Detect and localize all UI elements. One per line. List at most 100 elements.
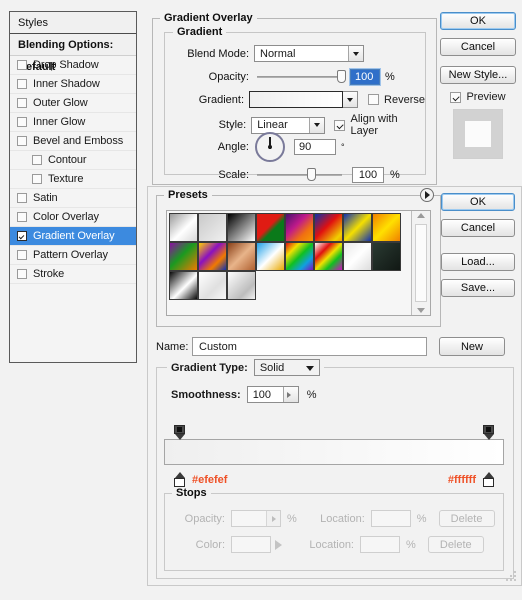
style-item-color-overlay[interactable]: Color Overlay xyxy=(10,208,136,227)
gradient-name-input[interactable]: Custom xyxy=(192,337,427,356)
style-item-checkbox[interactable] xyxy=(32,155,42,165)
scale-slider-thumb[interactable] xyxy=(307,168,316,181)
style-item-satin[interactable]: Satin xyxy=(10,189,136,208)
preview-toggle[interactable]: Preview xyxy=(440,91,516,103)
gradient-preview-swatch[interactable] xyxy=(249,91,344,108)
presets-scrollbar[interactable] xyxy=(411,211,430,315)
preset-swatch-blue-red-yellow[interactable] xyxy=(314,213,343,242)
load-button[interactable]: Load... xyxy=(441,253,515,271)
editor-ok-button[interactable]: OK xyxy=(441,193,515,211)
style-item-bevel-and-emboss[interactable]: Bevel and Emboss xyxy=(10,132,136,151)
new-style-button[interactable]: New Style... xyxy=(440,66,516,84)
preset-swatch-orange-yellow-orange[interactable] xyxy=(372,213,401,242)
preset-swatch-black-white[interactable] xyxy=(227,213,256,242)
style-item-checkbox[interactable] xyxy=(17,231,27,241)
angle-value-field[interactable]: 90 xyxy=(294,139,336,155)
style-select[interactable]: Linear xyxy=(251,116,326,134)
opacity-stop-right[interactable] xyxy=(483,425,494,440)
style-item-label: Satin xyxy=(33,192,58,204)
preset-swatch-copper[interactable] xyxy=(227,242,256,271)
style-item-label: Drop Shadow xyxy=(33,59,99,71)
preset-swatch-dark-green-black[interactable] xyxy=(372,242,401,271)
preview-checkbox[interactable] xyxy=(450,91,462,103)
style-item-checkbox[interactable] xyxy=(17,193,27,203)
gradient-label: Gradient: xyxy=(198,93,245,106)
ok-button[interactable]: OK xyxy=(440,12,516,30)
style-item-checkbox[interactable] xyxy=(17,250,27,260)
stops-location-2-label: Location: xyxy=(309,538,354,551)
angle-dial[interactable] xyxy=(255,132,285,162)
preset-swatch-spectrum[interactable] xyxy=(285,242,314,271)
preset-swatch-red-green[interactable] xyxy=(256,213,285,242)
stops-opacity-dropdown-arrow-icon xyxy=(266,511,280,526)
preset-swatch-violet-green-orange[interactable] xyxy=(169,242,198,271)
blend-mode-value: Normal xyxy=(260,47,296,60)
opacity-slider[interactable] xyxy=(257,70,346,83)
preset-swatch-chrome[interactable] xyxy=(256,242,285,271)
style-item-label: Color Overlay xyxy=(33,211,99,223)
scale-slider[interactable] xyxy=(257,168,342,181)
presets-scrollbar-track[interactable] xyxy=(415,224,427,302)
style-item-checkbox[interactable] xyxy=(17,212,27,222)
style-item-checkbox[interactable] xyxy=(17,98,27,108)
scale-label: Scale: xyxy=(218,169,249,181)
stops-opacity-unit: % xyxy=(287,512,297,525)
scale-value-field[interactable]: 100 xyxy=(352,167,384,183)
style-item-checkbox[interactable] xyxy=(32,174,42,184)
opacity-slider-thumb[interactable] xyxy=(337,70,346,83)
gradient-type-select[interactable]: Solid xyxy=(253,359,320,376)
resize-grip-icon[interactable] xyxy=(506,571,517,582)
reverse-checkbox[interactable] xyxy=(368,94,380,105)
preset-swatch-light-gray-fade[interactable] xyxy=(227,271,256,300)
gradient-strip[interactable] xyxy=(164,439,504,465)
preset-swatch-transparent-rainbow[interactable] xyxy=(314,242,343,271)
style-item-checkbox[interactable] xyxy=(17,269,27,279)
angle-unit: ° xyxy=(341,142,345,152)
new-gradient-button[interactable]: New xyxy=(439,337,505,356)
chevron-down-icon[interactable] xyxy=(348,46,363,61)
style-item-contour[interactable]: Contour xyxy=(10,151,136,170)
style-item-outer-glow[interactable]: Outer Glow xyxy=(10,94,136,113)
chevron-down-icon[interactable] xyxy=(309,117,325,133)
opacity-value-field[interactable]: 100 xyxy=(349,68,381,86)
color-stop-right[interactable] xyxy=(483,472,494,487)
preset-swatch-grid[interactable] xyxy=(167,211,411,315)
preset-swatch-foreground-to-background[interactable] xyxy=(169,213,198,242)
preset-swatch-transparent-stripes[interactable] xyxy=(343,242,372,271)
reverse-label: Reverse xyxy=(384,93,425,106)
style-item-label: Pattern Overlay xyxy=(33,249,108,261)
smoothness-field[interactable]: 100 xyxy=(246,386,299,403)
scroll-up-arrow-icon[interactable] xyxy=(417,213,425,218)
preset-swatch-blue-yellow-blue[interactable] xyxy=(343,213,372,242)
preset-swatch-yellow-violet-orange-blue[interactable] xyxy=(198,242,227,271)
stops-location-1-unit: % xyxy=(416,512,427,525)
stops-title: Stops xyxy=(172,487,211,499)
preset-swatch-black-white-diagonal[interactable] xyxy=(169,271,198,300)
preset-swatch-white-fade[interactable] xyxy=(198,271,227,300)
blend-mode-select[interactable]: Normal xyxy=(254,45,364,62)
preset-swatch-violet-orange[interactable] xyxy=(285,213,314,242)
style-item-stroke[interactable]: Stroke xyxy=(10,265,136,284)
scroll-down-arrow-icon[interactable] xyxy=(417,308,425,313)
style-item-texture[interactable]: Texture xyxy=(10,170,136,189)
style-item-checkbox[interactable] xyxy=(17,79,27,89)
opacity-stop-left[interactable] xyxy=(174,425,185,440)
style-item-inner-glow[interactable]: Inner Glow xyxy=(10,113,136,132)
cancel-button[interactable]: Cancel xyxy=(440,38,516,56)
style-item-checkbox[interactable] xyxy=(17,60,27,70)
gradient-picker-chevron-down-icon[interactable] xyxy=(343,91,359,108)
gradient-strip-editor: #efefef #ffffff xyxy=(164,425,504,487)
align-with-layer-checkbox[interactable] xyxy=(334,119,346,131)
preset-menu-arrow-icon[interactable] xyxy=(420,188,434,202)
style-item-checkbox[interactable] xyxy=(17,136,27,146)
blending-options-row[interactable]: Blending Options: Default xyxy=(10,34,136,73)
style-item-gradient-overlay[interactable]: Gradient Overlay xyxy=(10,227,136,246)
save-button[interactable]: Save... xyxy=(441,279,515,297)
color-stop-left[interactable] xyxy=(174,472,185,487)
smoothness-dropdown-arrow-icon[interactable] xyxy=(282,387,298,402)
style-item-pattern-overlay[interactable]: Pattern Overlay xyxy=(10,246,136,265)
chevron-down-icon[interactable] xyxy=(305,365,314,371)
style-item-checkbox[interactable] xyxy=(17,117,27,127)
preset-swatch-foreground-to-transparent[interactable] xyxy=(198,213,227,242)
editor-cancel-button[interactable]: Cancel xyxy=(441,219,515,237)
